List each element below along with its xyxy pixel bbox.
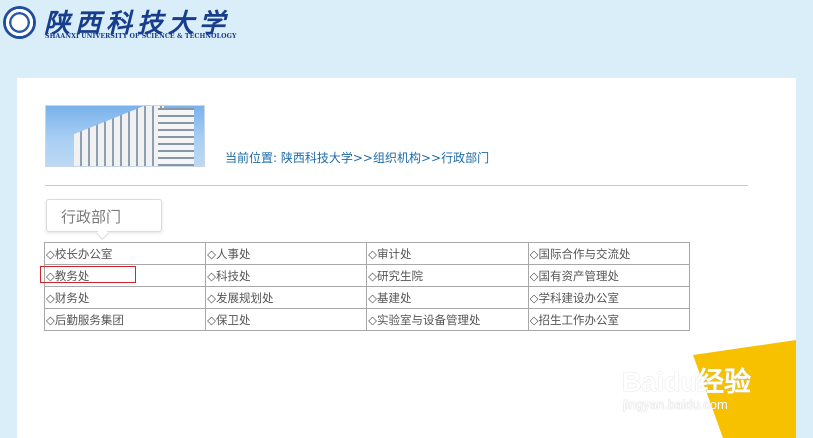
tab-administrative-departments[interactable]: 行政部门 xyxy=(46,199,162,240)
divider xyxy=(45,185,748,186)
baidu-watermark-url: jingyan.baidu.com xyxy=(623,397,728,412)
table-row: ◇后勤服务集团 ◇保卫处 ◇实验室与设备管理处 ◇招生工作办公室 xyxy=(43,308,691,331)
tab-pointer-icon xyxy=(96,227,109,240)
dept-link-finance[interactable]: ◇财务处 xyxy=(43,286,207,309)
table-row: ◇教务处 ◇科技处 ◇研究生院 ◇国有资产管理处 xyxy=(43,264,691,287)
dept-link-audit[interactable]: ◇审计处 xyxy=(366,242,529,265)
tab-label: 行政部门 xyxy=(61,208,122,226)
baidu-watermark-logo: Baidu经验 xyxy=(622,367,752,397)
dept-link-state-assets[interactable]: ◇国有资产管理处 xyxy=(527,264,691,287)
dept-link-discipline-construction[interactable]: ◇学科建设办公室 xyxy=(527,286,691,309)
dept-link-international-cooperation[interactable]: ◇国际合作与交流处 xyxy=(527,242,691,265)
table-row: ◇校长办公室 ◇人事处 ◇审计处 ◇国际合作与交流处 xyxy=(43,242,691,265)
breadcrumb[interactable]: 当前位置: 陕西科技大学>>组织机构>>行政部门 xyxy=(225,149,489,166)
university-seal-icon[interactable] xyxy=(3,6,36,39)
university-logo-english[interactable]: SHAANXI UNIVERSITY OF SCIENCE & TECHNOLO… xyxy=(45,33,236,40)
dept-link-president-office[interactable]: ◇校长办公室 xyxy=(43,242,207,265)
dept-link-academic-affairs[interactable]: ◇教务处 xyxy=(43,264,207,287)
dept-link-infrastructure[interactable]: ◇基建处 xyxy=(366,286,529,309)
dept-link-admissions[interactable]: ◇招生工作办公室 xyxy=(527,308,691,331)
dept-link-personnel[interactable]: ◇人事处 xyxy=(205,242,368,265)
site-header: 陕西科技大学 SHAANXI UNIVERSITY OF SCIENCE & T… xyxy=(0,0,813,78)
dept-link-graduate-school[interactable]: ◇研究生院 xyxy=(366,264,529,287)
table-row: ◇财务处 ◇发展规划处 ◇基建处 ◇学科建设办公室 xyxy=(43,286,691,309)
page-scrollbar[interactable] xyxy=(796,78,813,438)
dept-link-security[interactable]: ◇保卫处 xyxy=(205,308,368,331)
dept-link-laboratory-equipment[interactable]: ◇实验室与设备管理处 xyxy=(366,308,529,331)
dept-link-logistics-group[interactable]: ◇后勤服务集团 xyxy=(43,308,207,331)
department-table: ◇校长办公室 ◇人事处 ◇审计处 ◇国际合作与交流处 ◇教务处 ◇科技处 ◇研究… xyxy=(43,242,691,331)
dept-link-science-technology[interactable]: ◇科技处 xyxy=(205,264,368,287)
building-image-tower xyxy=(158,108,194,166)
campus-building-banner xyxy=(45,105,205,167)
building-image xyxy=(74,106,164,166)
dept-link-development-planning[interactable]: ◇发展规划处 xyxy=(205,286,368,309)
